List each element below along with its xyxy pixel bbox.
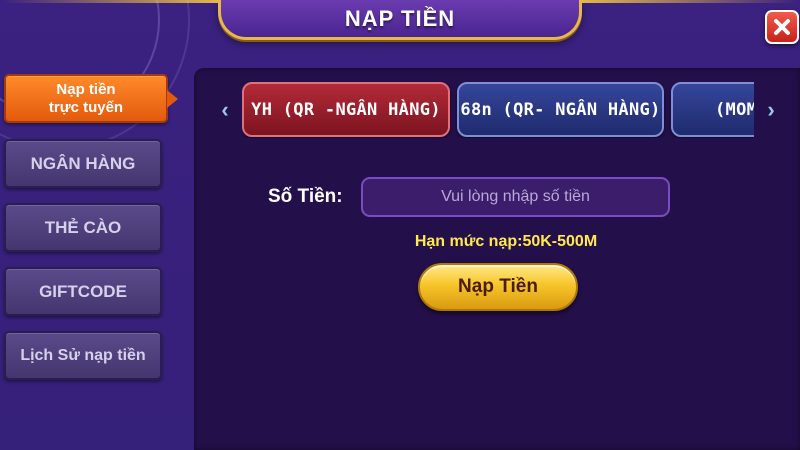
sidebar-item-label: GIFTCODE	[39, 281, 127, 301]
deposit-button[interactable]: Nạp Tiền	[418, 263, 578, 311]
page-title: NẠP TIỀN	[344, 5, 456, 31]
sidebar-item-label: NGÂN HÀNG	[30, 153, 136, 173]
deposit-limit-text: Hạn mức nạp:50K-500M	[414, 233, 598, 250]
close-icon	[774, 19, 790, 35]
tab-yh-qr-bank[interactable]: YH (QR -NGÂN HÀNG)	[242, 82, 450, 137]
tab-label: 68n (QR- NGÂN HÀNG)	[460, 99, 661, 120]
tab-strip: YH (QR -NGÂN HÀNG) 68n (QR- NGÂN HÀNG) (…	[242, 82, 754, 138]
sidebar-item-card[interactable]: THẺ CÀO	[4, 203, 162, 252]
deposit-button-label: Nạp Tiền	[458, 276, 538, 297]
tab-label: YH (QR -NGÂN HÀNG)	[251, 99, 441, 120]
chevron-left-icon: ‹	[221, 97, 229, 122]
amount-input[interactable]	[361, 177, 670, 217]
sidebar-item-label: Nạp tiền trực tuyến	[48, 80, 124, 116]
deposit-screen: NẠP TIỀN Nạp tiền trực tuyến NGÂN HÀNG T…	[0, 0, 800, 450]
title-banner: NẠP TIỀN	[1, 0, 582, 40]
sidebar-item-history[interactable]: Lịch Sử nạp tiền	[4, 331, 162, 380]
sidebar-item-label: Lịch Sử nạp tiền	[20, 346, 146, 364]
tab-momo[interactable]: (MOM	[671, 82, 754, 137]
amount-label: Số Tiền:	[268, 186, 343, 207]
sidebar-item-giftcode[interactable]: GIFTCODE	[4, 267, 162, 316]
sidebar-item-bank[interactable]: NGÂN HÀNG	[4, 139, 162, 188]
sidebar-item-online-deposit[interactable]: Nạp tiền trực tuyến	[4, 74, 178, 123]
sidebar-item-label: THẺ CÀO	[44, 217, 122, 237]
close-button[interactable]	[765, 10, 799, 44]
tab-prev-button[interactable]: ‹	[216, 97, 234, 122]
tab-68n-qr-bank[interactable]: 68n (QR- NGÂN HÀNG)	[457, 82, 664, 137]
tab-label: (MOM	[715, 99, 754, 120]
tab-next-button[interactable]: ›	[762, 97, 780, 122]
chevron-right-icon: ›	[767, 97, 775, 122]
